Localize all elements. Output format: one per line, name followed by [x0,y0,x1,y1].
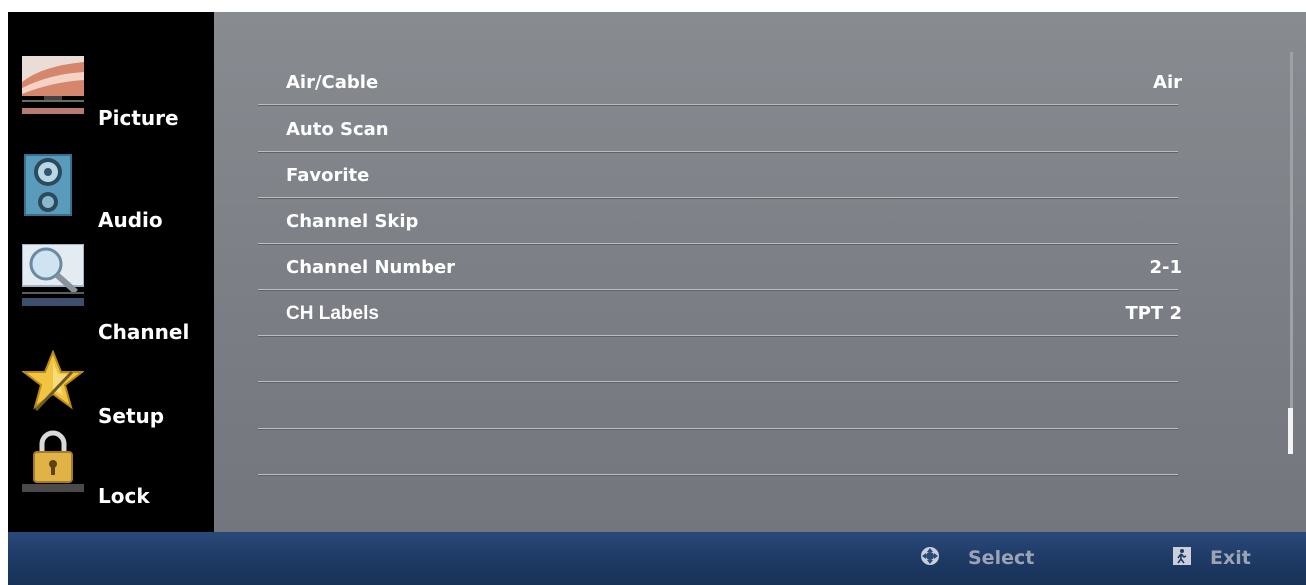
channel-settings-menu: Air/Cable Air Auto Scan Favorite Channel… [214,12,1306,532]
menu-row-empty [258,335,1178,382]
menu-row-label: Auto Scan [286,119,389,140]
sidebar-item-label: Channel [98,320,190,344]
menu-row-ch-labels[interactable]: CH Labels TPT 2 [258,289,1182,336]
sidebar-item-lock[interactable]: Lock [8,430,214,510]
category-sidebar: Picture Audio Channel Setup Lock [8,12,214,532]
menu-row-value: Air [1153,72,1182,93]
dpad-icon [921,547,939,565]
menu-scrollbar-track[interactable] [1290,52,1293,452]
star-icon [22,350,84,412]
exit-icon [1173,547,1191,565]
select-hint-label: Select [968,547,1035,569]
menu-row-air-cable[interactable]: Air/Cable Air [258,58,1182,105]
menu-row-favorite[interactable]: Favorite [258,151,1178,198]
menu-row-channel-skip[interactable]: Channel Skip [258,197,1178,244]
menu-row-label: Favorite [286,165,370,186]
tv-menu-screen: Picture Audio Channel Setup Lock Air/Cab… [8,12,1306,585]
menu-row-label: CH Labels [286,303,379,324]
exit-hint-label: Exit [1210,547,1251,569]
menu-row-value: 2-1 [1149,257,1182,278]
menu-row-empty [258,428,1178,475]
sidebar-item-setup[interactable]: Setup [8,350,214,430]
padlock-icon [22,430,84,492]
menu-row-label: Channel Skip [286,211,419,232]
magnifier-icon [22,244,84,306]
footer-hint-bar: Select Exit [8,532,1306,585]
menu-row-channel-number[interactable]: Channel Number 2-1 [258,243,1182,290]
sidebar-item-label: Lock [98,484,150,508]
sidebar-item-audio[interactable]: Audio [8,154,214,234]
menu-row-value: TPT 2 [1125,303,1182,324]
menu-row-label: Channel Number [286,257,456,278]
sidebar-item-label: Audio [98,208,163,232]
sidebar-item-picture[interactable]: Picture [8,48,214,130]
sidebar-item-label: Setup [98,404,165,428]
speaker-icon [24,154,72,216]
sidebar-item-label: Picture [98,106,179,130]
menu-row-label: Air/Cable [286,72,379,93]
menu-row-empty [258,382,1178,429]
menu-scrollbar-thumb[interactable] [1288,408,1293,454]
menu-row-auto-scan[interactable]: Auto Scan [258,105,1178,152]
sidebar-item-channel[interactable]: Channel [8,244,214,344]
picture-icon [22,56,84,114]
